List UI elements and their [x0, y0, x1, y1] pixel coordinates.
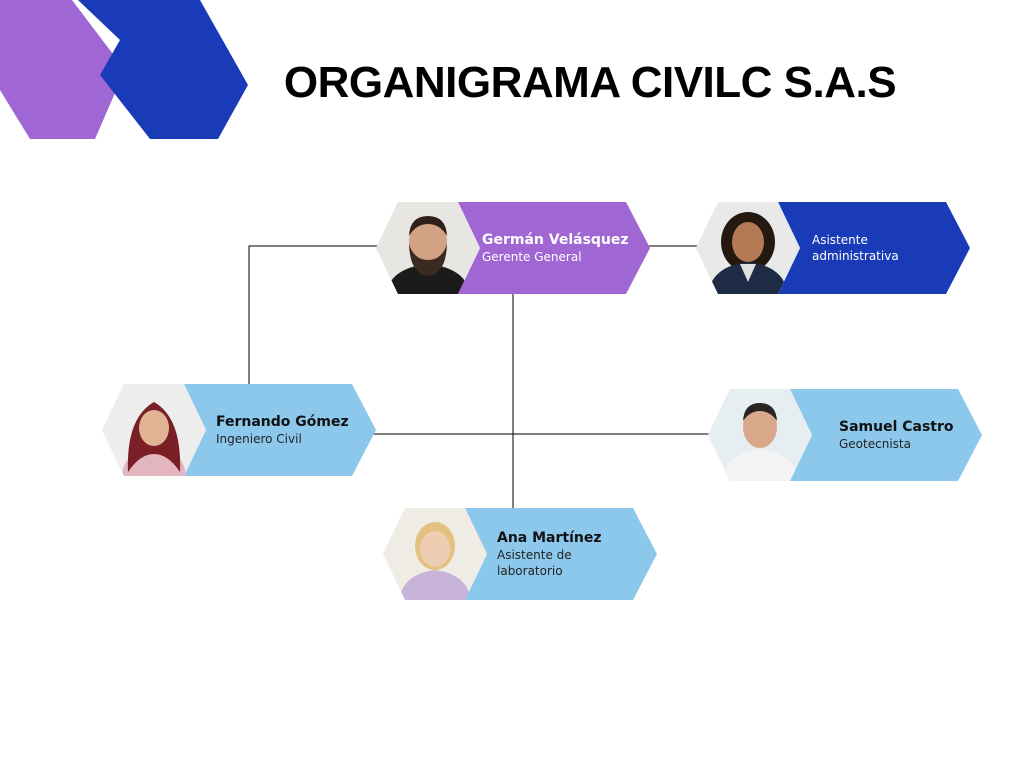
- woman-blonde-photo: [383, 508, 487, 600]
- man-beard-photo: [376, 202, 480, 294]
- man-polo-photo: [708, 389, 812, 481]
- node-role: Asistente administrativa: [812, 233, 899, 263]
- node-role: Ingeniero Civil: [216, 432, 302, 446]
- node-text: Germán Velásquez Gerente General: [482, 202, 632, 294]
- woman-hijab-photo: [102, 384, 206, 476]
- connector-german-to-fernando: [248, 245, 380, 386]
- org-node-german: Germán Velásquez Gerente General: [376, 202, 650, 294]
- org-node-samuel: Samuel Castro Geotecnista: [708, 389, 982, 481]
- node-text: Fernando Gómez Ingeniero Civil: [216, 384, 366, 476]
- node-role: Gerente General: [482, 250, 582, 264]
- woman-curly-hair-photo: [696, 202, 800, 294]
- org-node-ana: Ana Martínez Asistente de laboratorio: [383, 508, 657, 600]
- node-text: Samuel Castro Geotecnista: [839, 389, 969, 481]
- node-name: Ana Martínez: [497, 530, 602, 546]
- org-node-fernando: Fernando Gómez Ingeniero Civil: [102, 384, 376, 476]
- node-role: Asistente de laboratorio: [497, 548, 572, 578]
- org-node-asistente-administrativa: Asistente administrativa: [696, 202, 970, 294]
- node-text: Asistente administrativa: [812, 202, 952, 294]
- node-name: Fernando Gómez: [216, 414, 349, 430]
- node-role: Geotecnista: [839, 437, 911, 451]
- node-name: Germán Velásquez: [482, 232, 629, 248]
- node-name: Samuel Castro: [839, 419, 954, 435]
- node-text: Ana Martínez Asistente de laboratorio: [497, 508, 637, 600]
